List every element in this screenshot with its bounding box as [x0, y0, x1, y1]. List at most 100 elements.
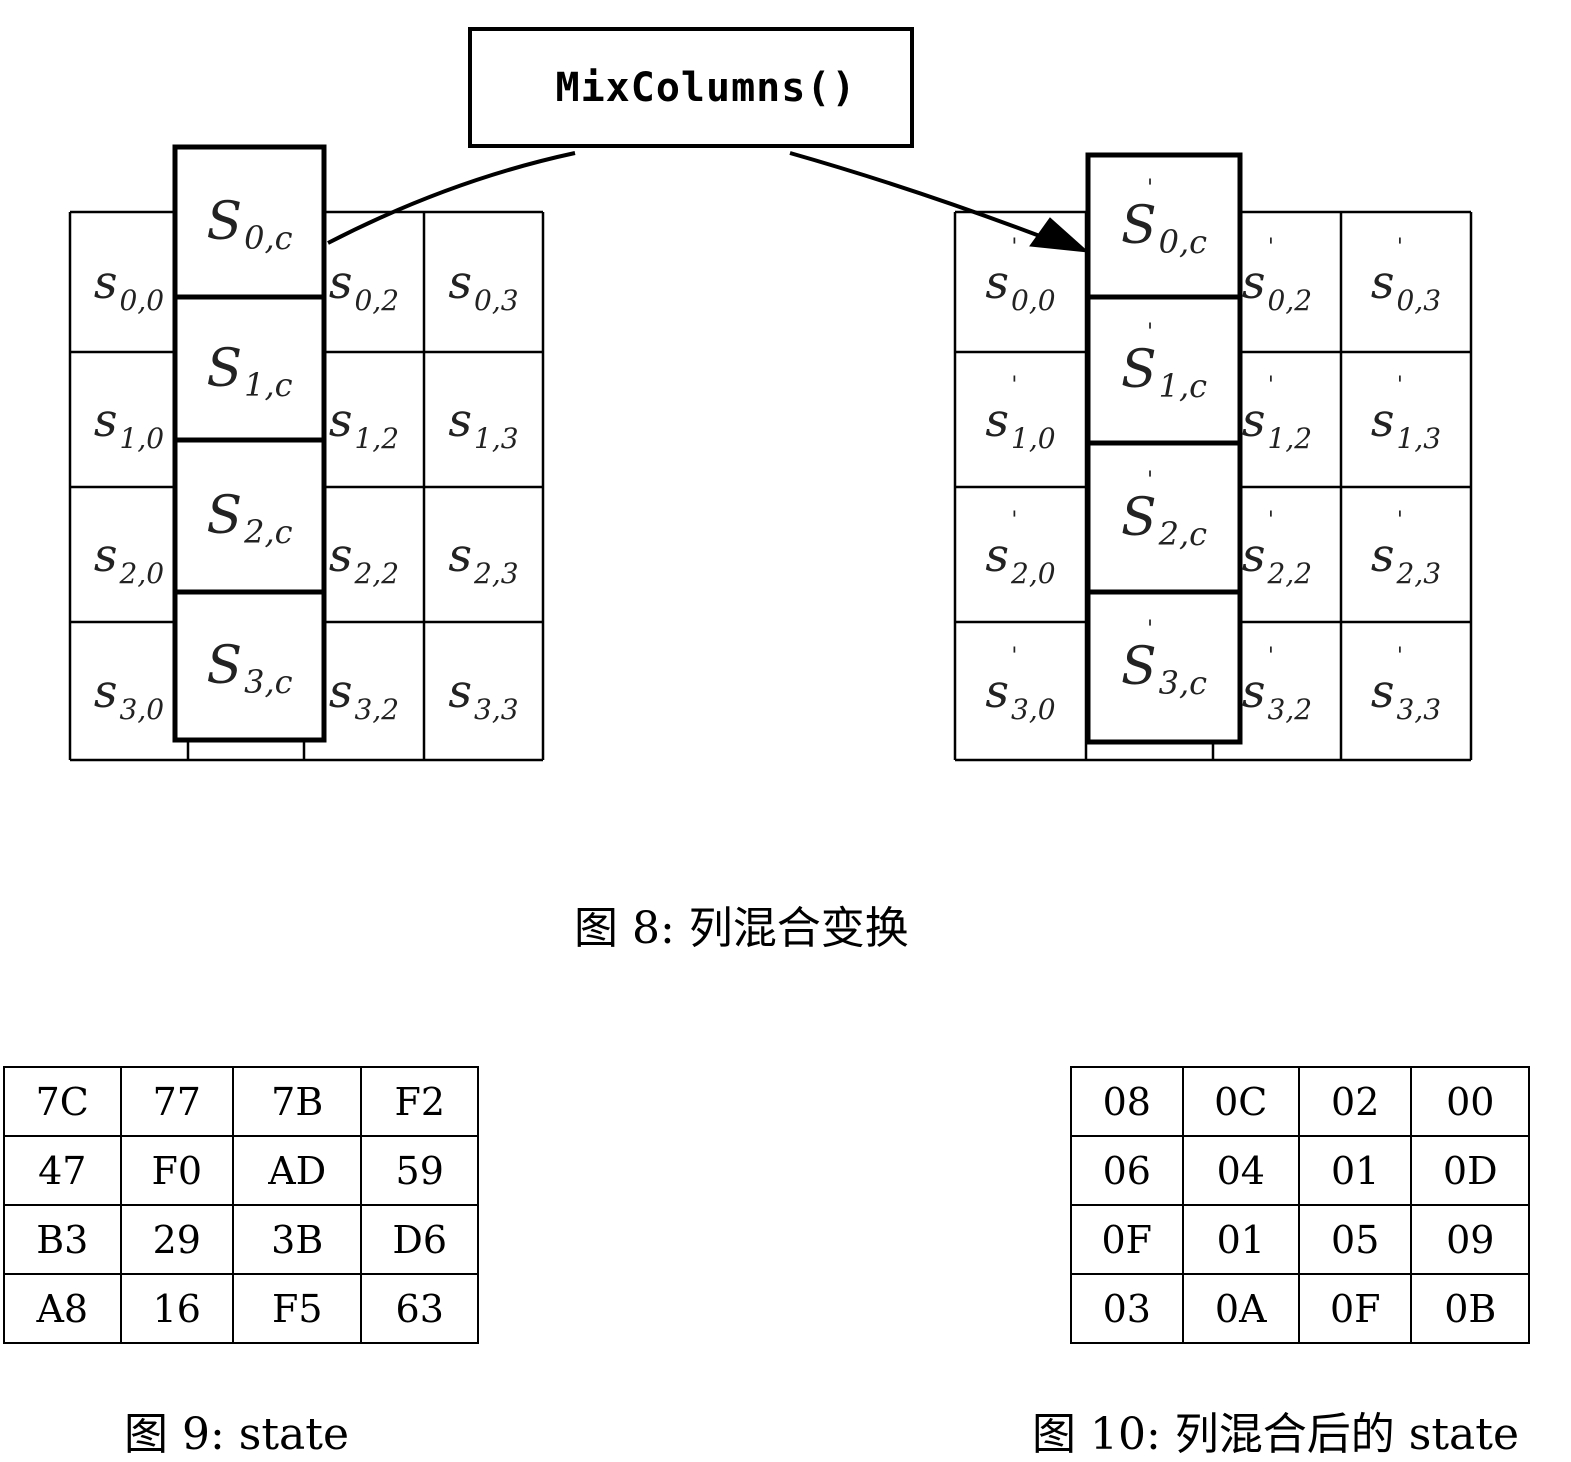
mixed-state-table-cell: 01 — [1297, 1135, 1413, 1206]
cell-subscript: 1,3 — [1396, 421, 1442, 455]
mixed-state-table-cell: 0F — [1070, 1204, 1184, 1275]
cell-symbol: S1,c — [206, 343, 292, 401]
right-state-cell: s ' 2,3 — [1341, 487, 1471, 622]
cell-base: s — [1370, 392, 1395, 447]
cell-subscript: 2,2 — [1267, 556, 1313, 590]
cell-base: S — [1120, 196, 1157, 256]
cell-base: S — [206, 192, 243, 252]
cell-base: s — [328, 664, 353, 718]
prime-mark: ' — [1396, 235, 1403, 260]
mixed-state-table-cell: 02 — [1297, 1066, 1413, 1137]
cell-base: s — [448, 664, 473, 718]
cell-subscript: 2,3 — [474, 556, 519, 590]
cell-base: s — [328, 527, 353, 582]
cell-symbol: S ' 2,c — [1121, 469, 1207, 550]
state-table-cell: 63 — [360, 1273, 479, 1344]
cell-subscript: 3,2 — [354, 693, 400, 726]
state-table-row: 7C 77 7B F2 — [3, 1066, 479, 1137]
cell-base: S — [1120, 487, 1157, 548]
cell-symbol: s0,2 — [329, 259, 399, 315]
cell-subscript: 0,c — [1158, 223, 1208, 261]
right-state-cell: s ' 1,3 — [1341, 352, 1471, 487]
cell-symbol: s ' 3,3 — [1371, 646, 1441, 724]
right-state-cell: s ' 0,0 — [955, 212, 1086, 352]
mixed-state-table-cell: 0C — [1181, 1066, 1300, 1137]
prime-mark: ' — [1267, 507, 1274, 533]
cell-symbol: s0,0 — [94, 259, 164, 315]
cell-symbol: S0,c — [206, 196, 292, 254]
mixed-state-table: 08 0C 02 00 06 04 01 0D 0F 01 05 09 03 0A 0F 0B — [1070, 1066, 1530, 1344]
cell-symbol: s ' 2,0 — [985, 509, 1055, 587]
state-table-body: 7C 77 7B F2 47 F0 AD 59 B3 29 3B D6 A8 16 F5 63 — [3, 1066, 479, 1344]
mixed-state-table-row: 0F 01 05 09 — [1070, 1204, 1530, 1275]
cell-symbol: S3,c — [206, 640, 292, 698]
cell-base: s — [985, 255, 1010, 309]
cell-symbol: s ' 0,3 — [1371, 237, 1441, 315]
state-table-cell: 77 — [119, 1066, 235, 1137]
left-state-cell: s2,0 — [70, 487, 188, 622]
right-state-cell: s ' 3,0 — [955, 622, 1086, 760]
cell-subscript: 1,2 — [354, 421, 400, 455]
state-table-row: B3 29 3B D6 — [3, 1204, 479, 1275]
cell-subscript: 2,3 — [1396, 556, 1442, 590]
prime-mark: ' — [1396, 644, 1403, 669]
cell-subscript: 2,0 — [119, 556, 165, 590]
right-state-cell: s ' 1,0 — [955, 352, 1086, 487]
cell-subscript: 2,2 — [354, 556, 400, 590]
left-state-cell: s0,0 — [70, 212, 188, 352]
state-table-cell: D6 — [360, 1204, 479, 1275]
prime-mark: ' — [1011, 644, 1018, 669]
cell-subscript: 0,3 — [1396, 284, 1442, 317]
figure10-caption: 图 10: 列混合后的 state — [1032, 1409, 1519, 1460]
mixed-state-table-row: 08 0C 02 00 — [1070, 1066, 1530, 1137]
prime-mark: ' — [1011, 235, 1018, 260]
mixed-state-table-row: 06 04 01 0D — [1070, 1135, 1530, 1206]
mixcolumns-function-box: MixColumns() — [468, 27, 914, 148]
cell-symbol: s ' 2,2 — [1242, 509, 1312, 587]
state-table-cell: F2 — [360, 1066, 479, 1137]
prime-mark: ' — [1396, 372, 1403, 398]
left-state-cell: s1,0 — [70, 352, 188, 487]
cell-symbol: s3,3 — [448, 668, 518, 724]
cell-subscript: 0,0 — [1011, 284, 1056, 317]
left-state-cell: s3,0 — [70, 622, 188, 760]
state-table-cell: 3B — [232, 1204, 363, 1275]
cell-symbol: s0,3 — [448, 259, 518, 315]
prime-mark: ' — [1267, 235, 1274, 260]
cell-subscript: 2,c — [1158, 514, 1208, 553]
left-state-cell: S2,c — [175, 440, 324, 592]
cell-symbol: S ' 3,c — [1121, 619, 1207, 700]
function-label: MixColumns() — [555, 64, 857, 111]
prime-mark: ' — [1011, 372, 1018, 398]
cell-subscript: 3,0 — [1011, 693, 1056, 726]
mixed-state-table-body: 08 0C 02 00 06 04 01 0D 0F 01 05 09 03 0A 0F 0B — [1070, 1066, 1530, 1344]
cell-symbol: s ' 1,2 — [1242, 374, 1312, 452]
cell-base: s — [1370, 527, 1395, 582]
cell-subscript: 3,c — [244, 663, 293, 701]
state-table-cell: A8 — [3, 1273, 122, 1344]
cell-subscript: 1,0 — [1011, 421, 1056, 455]
left-state-cell: S1,c — [175, 297, 324, 440]
left-state-cell: s3,3 — [424, 622, 543, 760]
mixed-state-table-cell: 0D — [1410, 1135, 1530, 1206]
cell-subscript: 3,3 — [1396, 693, 1442, 726]
state-table-cell: F5 — [232, 1273, 363, 1344]
cell-subscript: 0,3 — [474, 284, 519, 317]
cell-subscript: 0,0 — [119, 284, 165, 317]
prime-mark: ' — [1011, 507, 1018, 533]
cell-subscript: 1,2 — [1267, 421, 1313, 455]
figure9-caption: 图 9: state — [124, 1409, 350, 1460]
cell-base: s — [93, 392, 118, 447]
cell-base: S — [206, 486, 243, 546]
left-state-cell: s0,3 — [424, 212, 543, 352]
cell-base: s — [1241, 527, 1266, 582]
cell-symbol: s1,2 — [329, 397, 399, 453]
cell-symbol: S ' 1,c — [1121, 322, 1207, 403]
mixed-state-table-cell: 04 — [1181, 1135, 1300, 1206]
state-table-row: A8 16 F5 63 — [3, 1273, 479, 1344]
state-table: 7C 77 7B F2 47 F0 AD 59 B3 29 3B D6 A8 16 F5 63 — [3, 1066, 479, 1344]
mixed-state-table-cell: 05 — [1297, 1204, 1413, 1275]
cell-base: s — [1241, 664, 1266, 718]
cell-symbol: s2,2 — [329, 532, 399, 588]
left-state-cell: S0,c — [175, 147, 324, 297]
